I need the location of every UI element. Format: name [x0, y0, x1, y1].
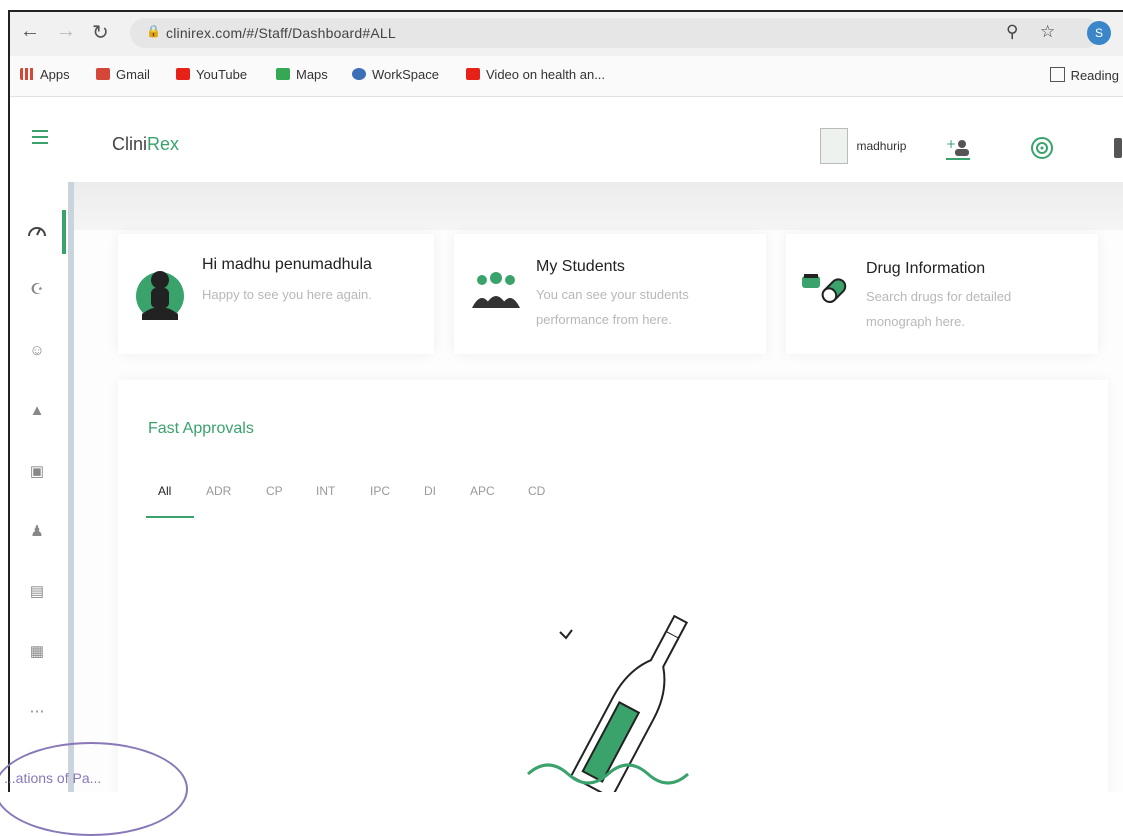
user-photo: [820, 128, 848, 164]
video-icon: [466, 68, 480, 80]
more-dots-icon: ⋯: [29, 703, 45, 720]
file-icon: ▦: [29, 643, 45, 660]
gmail-icon: [96, 68, 110, 80]
book-icon: ▤: [29, 583, 45, 600]
my-students-card[interactable]: My Students You can see your students pe…: [454, 234, 766, 354]
screenshot-frame: ← → ↻ 🔒 clinirex.com/#/Staff/Dashboard#A…: [8, 10, 1123, 792]
drug-information-subtitle-1: Search drugs for detailed: [866, 289, 1012, 304]
my-students-subtitle-2: performance from here.: [536, 312, 672, 327]
sidebar-item-pharmacy[interactable]: ☪: [24, 280, 50, 302]
brand-logo[interactable]: CliniRex: [112, 134, 179, 155]
welcome-card: Hi madhu penumadhula Happy to see you he…: [118, 234, 434, 354]
drug-information-card[interactable]: Drug Information Search drugs for detail…: [786, 234, 1098, 354]
profile-avatar[interactable]: S: [1087, 21, 1111, 45]
ink-stamp: [0, 742, 188, 836]
sidebar-item-dashboard[interactable]: [24, 220, 50, 242]
bookmark-youtube[interactable]: YouTube: [176, 67, 247, 82]
graduation-cap-icon: ▲: [29, 402, 45, 419]
fast-approvals-title: Fast Approvals: [148, 420, 254, 437]
sidebar-item-files[interactable]: ▦: [24, 642, 50, 664]
reading-list-icon: [1049, 67, 1065, 82]
user-avatar-icon: [134, 250, 186, 331]
hamburger-menu-icon[interactable]: [32, 130, 48, 148]
sidebar-item-staff[interactable]: ♟: [24, 522, 50, 544]
search-icon[interactable]: ⚲: [1006, 22, 1018, 42]
pharmacy-icon: ☪: [30, 281, 44, 298]
pill-capsule-icon: [800, 268, 854, 317]
tab-di[interactable]: DI: [424, 484, 436, 498]
my-students-title: My Students: [536, 258, 625, 275]
sidebar-item-groups[interactable]: ☺: [24, 342, 50, 364]
sidebar-item-reports[interactable]: ▣: [24, 462, 50, 484]
bookmarks-bar: Apps Gmail YouTube Maps WorkSpace Video …: [10, 56, 1123, 97]
ink-stamp-text: ...ations of Pa...: [4, 770, 102, 786]
tab-cd[interactable]: CD: [528, 484, 545, 498]
settings-gear-icon[interactable]: [1030, 136, 1054, 165]
url-text: clinirex.com/#/Staff/Dashboard#ALL: [166, 25, 396, 41]
document-icon: ▣: [29, 463, 45, 480]
maps-icon: [276, 68, 290, 80]
sidebar-item-courses[interactable]: ▲: [24, 402, 50, 424]
address-bar[interactable]: 🔒 clinirex.com/#/Staff/Dashboard#ALL: [130, 18, 1100, 48]
tab-int[interactable]: INT: [316, 484, 335, 498]
bookmark-maps[interactable]: Maps: [276, 67, 328, 82]
empty-state-bottle-illustration: [526, 614, 690, 792]
app-header: CliniRex madhurip +: [10, 98, 1123, 182]
forward-arrow-icon[interactable]: →: [56, 20, 76, 43]
username-label: madhurip: [856, 139, 907, 153]
tab-ipc[interactable]: IPC: [370, 484, 390, 498]
tab-cp[interactable]: CP: [266, 484, 283, 498]
reload-icon[interactable]: ↻: [92, 20, 109, 45]
dashboard-gauge-icon: [28, 227, 46, 237]
people-group-icon: ☺: [29, 342, 45, 359]
active-tab-underline: [146, 516, 194, 518]
bookmark-star-icon[interactable]: ☆: [1040, 22, 1055, 42]
sidebar: ☪ ☺ ▲ ▣ ♟ ▤ ▦ ⋯: [10, 182, 74, 792]
fast-approvals-panel: Fast Approvals All ADR CP INT IPC DI APC…: [118, 380, 1108, 792]
sidebar-item-records[interactable]: ▤: [24, 582, 50, 604]
sidebar-active-indicator: [62, 210, 66, 254]
svg-text:+: +: [946, 137, 956, 151]
apps-grid-icon: [20, 68, 34, 80]
bookmark-workspace[interactable]: WorkSpace: [352, 67, 439, 82]
tab-apc[interactable]: APC: [470, 484, 495, 498]
user-profile-chip[interactable]: madhurip: [820, 128, 906, 168]
bookmark-gmail[interactable]: Gmail: [96, 67, 150, 82]
bookmark-apps[interactable]: Apps: [20, 67, 70, 82]
students-group-icon: [468, 270, 524, 315]
power-icon[interactable]: [1114, 138, 1122, 158]
tab-all[interactable]: All: [158, 484, 171, 498]
add-user-icon[interactable]: +: [944, 136, 972, 165]
drug-information-title: Drug Information: [866, 260, 986, 277]
staff-icon: ♟: [30, 523, 44, 540]
back-arrow-icon[interactable]: ←: [20, 20, 40, 43]
drug-information-subtitle-2: monograph here.: [866, 314, 966, 329]
youtube-icon: [176, 68, 190, 80]
bookmark-video-health[interactable]: Video on health an...: [466, 67, 605, 82]
lock-icon: 🔒: [146, 24, 161, 38]
my-students-subtitle-1: You can see your students: [536, 287, 689, 302]
sidebar-item-more[interactable]: ⋯: [24, 702, 50, 724]
welcome-subtitle: Happy to see you here again.: [202, 287, 372, 302]
header-divider-band: [10, 182, 1123, 230]
welcome-title: Hi madhu penumadhula: [202, 256, 372, 273]
tab-adr[interactable]: ADR: [206, 484, 231, 498]
workspace-icon: [352, 68, 366, 80]
browser-address-row: ← → ↻ 🔒 clinirex.com/#/Staff/Dashboard#A…: [10, 12, 1123, 57]
reading-list-button[interactable]: Reading: [1049, 67, 1119, 83]
